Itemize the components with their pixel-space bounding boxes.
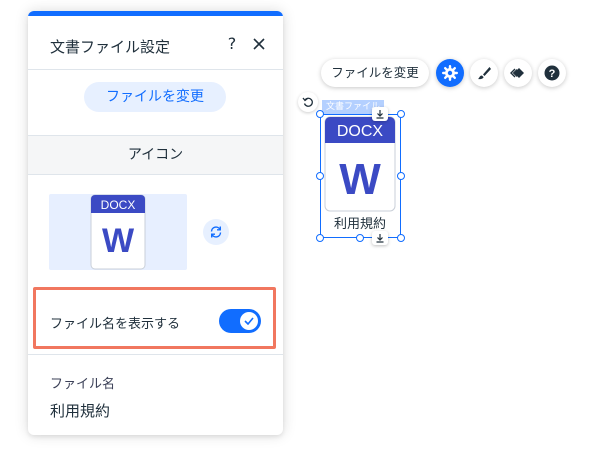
docx-letter: W [102,222,135,260]
file-icon-preview[interactable]: DOCX W [49,194,187,270]
help-button[interactable]: ? [538,59,566,87]
change-file-button[interactable]: ファイルを変更 [84,82,226,112]
filename-field-label: ファイル名 [50,377,116,392]
replace-icon-button[interactable] [203,219,229,245]
download-button-top[interactable] [372,107,388,121]
resize-handle-left[interactable] [316,172,324,180]
toolbar-change-file-button[interactable]: ファイルを変更 [321,59,429,87]
filename-field[interactable]: 利用規約 [50,400,110,421]
toggle-knob [240,312,258,330]
undo-icon [302,97,313,107]
show-filename-row: ファイル名を表示する [33,287,276,349]
divider [28,354,283,355]
check-icon [244,317,254,325]
panel-title: 文書ファイル設定 [50,38,171,56]
resize-handle-right[interactable] [397,172,405,180]
resize-handle-top-left[interactable] [316,110,324,118]
resize-handle-bottom[interactable] [356,234,364,242]
download-icon [376,110,384,119]
help-icon: ? [544,65,560,81]
panel-header: 文書ファイル設定 ? [28,16,283,70]
docx-type-label: DOCX [101,198,136,212]
show-filename-label: ファイル名を表示する [50,317,181,332]
animation-icon [510,68,524,78]
docx-type-label-canvas: DOCX [337,123,384,140]
show-filename-toggle[interactable] [219,309,261,333]
document-settings-panel: 文書ファイル設定 ? ファイルを変更 アイコン DOCX W ファイル名を表示す… [28,11,283,435]
resize-handle-bottom-left[interactable] [316,234,324,242]
docx-file-icon-canvas[interactable]: DOCX W [324,116,396,212]
resize-handle-top-right[interactable] [397,110,405,118]
help-icon[interactable]: ? [224,34,240,54]
svg-text:?: ? [549,68,556,80]
animation-button[interactable] [504,59,532,87]
undo-button[interactable] [298,92,318,112]
docx-letter-canvas: W [339,155,381,204]
download-icon [376,234,384,243]
settings-button[interactable] [436,59,464,87]
design-button[interactable] [470,59,498,87]
section-header-icon: アイコン [28,135,283,175]
docx-file-icon: DOCX W [90,194,146,270]
canvas-filename-label: 利用規約 [334,217,387,232]
resize-handle-bottom-right[interactable] [397,234,405,242]
refresh-icon [210,226,222,238]
gear-icon [442,65,458,81]
close-icon[interactable] [250,35,268,53]
brush-icon [478,67,491,80]
download-button-bottom[interactable] [372,231,388,245]
